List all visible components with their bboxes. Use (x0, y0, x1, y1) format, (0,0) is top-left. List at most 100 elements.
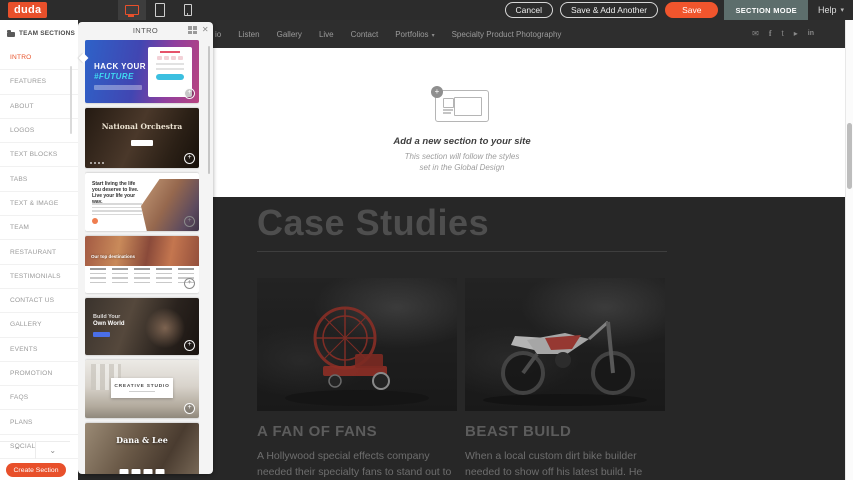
linkedin-icon[interactable]: in (808, 30, 814, 38)
duda-logo: duda (8, 2, 47, 18)
template-thumb-dana-and-lee[interactable]: Dana & Lee (85, 423, 199, 474)
sidebar-item-intro[interactable]: INTRO (0, 46, 78, 70)
divider (257, 251, 667, 252)
thumb-title: Start living the life you deserve to liv… (92, 181, 144, 205)
sidebar-item-events[interactable]: EVENTS (0, 338, 78, 362)
sidebar-header: TEAM SECTIONS (0, 20, 78, 46)
sidebar-item-testimonials[interactable]: TESTIMONIALS (0, 265, 78, 289)
dirt-bike-image (465, 278, 665, 411)
scroll-up-button[interactable]: ⌃ (0, 442, 36, 459)
magnifier-icon[interactable]: + (184, 403, 195, 414)
email-icon[interactable]: ✉ (752, 30, 759, 38)
add-section-subtitle-line2: set in the Global Design (420, 163, 505, 172)
duda-editor: duda Cancel Save & Add Another Save SECT… (0, 0, 853, 480)
magnifier-icon[interactable]: + (184, 153, 195, 164)
template-thumb-creative-studio[interactable]: CREATIVE STUDIO + (85, 360, 199, 418)
sidebar-item-label: CONTACT US (10, 297, 54, 304)
thumb-cta-circle (92, 218, 98, 224)
nav-item-partial[interactable]: io (215, 30, 221, 39)
panel-title: INTRO (133, 26, 158, 35)
template-thumbnail-list: HACK YOUR #FUTURE + National Orchestra + (85, 40, 199, 474)
mobile-view-button[interactable] (174, 0, 202, 20)
panel-header: INTRO ✕ (78, 22, 213, 38)
magnifier-icon[interactable]: + (184, 88, 195, 99)
folder-icon (7, 32, 15, 37)
sidebar-item-label: FAQS (10, 394, 28, 401)
template-thumb-build-own-world[interactable]: Build Your Own World + (85, 298, 199, 355)
nav-item-contact[interactable]: Contact (351, 30, 379, 39)
sidebar-item-contact-us[interactable]: CONTACT US (0, 289, 78, 313)
fan-illustration (257, 278, 457, 411)
template-thumb-live-your-way[interactable]: Start living the life you deserve to liv… (85, 173, 199, 231)
panel-scrollbar[interactable] (208, 46, 210, 174)
close-icon[interactable]: ✕ (202, 25, 209, 35)
thumb-text-placeholder (94, 85, 142, 90)
page-scrollbar[interactable] (845, 20, 853, 480)
facebook-icon[interactable]: f (769, 30, 772, 38)
section-templates-panel: INTRO ✕ HACK YOUR #FUTURE + National Orc… (78, 22, 213, 474)
chevron-down-icon: ⌄ (49, 446, 56, 455)
template-thumb-hack-your-future[interactable]: HACK YOUR #FUTURE + (85, 40, 199, 103)
magnifier-icon[interactable]: + (184, 278, 195, 289)
nav-item-listen[interactable]: Listen (238, 30, 259, 39)
sidebar-item-gallery[interactable]: GALLERY (0, 313, 78, 337)
template-thumb-top-destinations[interactable]: Our top destinations + (85, 236, 199, 293)
thumb-center-card: CREATIVE STUDIO (111, 378, 173, 398)
sidebar-item-tabs[interactable]: TABS (0, 167, 78, 191)
sidebar-item-label: TEXT & IMAGE (10, 200, 58, 207)
thumb-title: Build Your (93, 314, 120, 320)
thumb-photo (85, 236, 199, 266)
nav-item-gallery[interactable]: Gallery (277, 30, 302, 39)
sidebar-item-text-image[interactable]: TEXT & IMAGE (0, 192, 78, 216)
thumb-subtitle: Own World (93, 321, 125, 327)
nav-item-live[interactable]: Live (319, 30, 334, 39)
sidebar-item-text-blocks[interactable]: TEXT BLOCKS (0, 143, 78, 167)
sidebar-item-features[interactable]: FEATURES (0, 70, 78, 94)
twitter-icon[interactable]: t (782, 30, 784, 38)
slider-dots (90, 162, 104, 164)
tablet-view-button[interactable] (146, 0, 174, 20)
thumb-text-placeholder (92, 203, 142, 217)
grid-view-icon[interactable] (188, 26, 197, 34)
sidebar-item-plans[interactable]: PLANS (0, 410, 78, 434)
sidebar-item-promotion[interactable]: PROMOTION (0, 362, 78, 386)
nav-item-portfolios[interactable]: Portfolios▾ (395, 30, 434, 39)
magnifier-icon[interactable]: + (184, 216, 195, 227)
topbar-actions: Cancel Save & Add Another Save SECTION M… (505, 0, 853, 20)
sidebar-item-about[interactable]: ABOUT (0, 95, 78, 119)
sidebar-item-team[interactable]: TEAM (0, 216, 78, 240)
top-bar: duda Cancel Save & Add Another Save SECT… (0, 0, 853, 20)
desktop-view-button[interactable] (118, 0, 146, 20)
add-section-icon: + (435, 90, 489, 122)
sidebar-item-label: EVENTS (10, 346, 38, 353)
scrollbar-thumb[interactable] (847, 123, 852, 189)
dirt-bike-illustration (465, 278, 665, 411)
scroll-down-button[interactable]: ⌄ (36, 442, 71, 459)
case-study-card-bike: BEAST BUILD When a local custom dirt bik… (465, 278, 665, 480)
template-thumb-national-orchestra[interactable]: National Orchestra + (85, 108, 199, 168)
save-add-another-button[interactable]: Save & Add Another (560, 2, 658, 18)
thumb-title: Our top destinations (91, 254, 135, 259)
chevron-down-icon: ▾ (432, 33, 435, 39)
create-section-button[interactable]: Create Section (6, 463, 66, 477)
section-title: Case Studies (257, 202, 667, 244)
cancel-button[interactable]: Cancel (505, 2, 553, 18)
thumb-title: HACK YOUR (94, 62, 146, 71)
social-icons: ✉ f t ▸ in (752, 30, 814, 38)
sidebar-item-logos[interactable]: LOGOS (0, 119, 78, 143)
help-menu[interactable]: Help (818, 5, 837, 15)
sidebar-scrollbar[interactable] (70, 66, 72, 134)
thumb-table-placeholder (90, 268, 194, 283)
chevron-down-icon[interactable]: ▾ (840, 6, 844, 14)
sidebar-item-label: TEAM (10, 224, 29, 231)
sidebar-item-faqs[interactable]: FAQS (0, 386, 78, 410)
chevron-up-icon: ⌃ (14, 446, 21, 455)
section-mode-badge: SECTION MODE (724, 0, 808, 20)
thumb-title: Dana & Lee (85, 435, 199, 445)
save-button[interactable]: Save (665, 2, 718, 18)
sidebar-item-restaurant[interactable]: RESTAURANT (0, 240, 78, 264)
magnifier-icon[interactable]: + (184, 340, 195, 351)
device-switcher (118, 0, 202, 20)
nav-item-specialty-product-photography[interactable]: Specialty Product Photography (452, 30, 562, 39)
youtube-icon[interactable]: ▸ (794, 30, 798, 38)
